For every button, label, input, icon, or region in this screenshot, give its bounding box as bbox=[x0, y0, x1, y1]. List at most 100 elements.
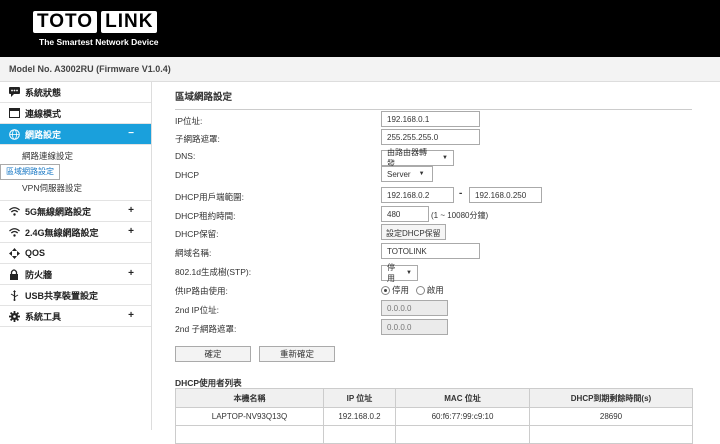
reset-button[interactable]: 重新確定 bbox=[259, 346, 335, 362]
col-ip: IP 位址 bbox=[323, 388, 396, 408]
wifi-icon bbox=[8, 205, 20, 217]
collapse-toggle[interactable]: − bbox=[128, 128, 134, 139]
sidebar: 系統狀態 連線模式 網路設定 − 網路連線設定 區域網路設定 VPN伺服器設定 … bbox=[0, 82, 152, 430]
brand-tagline: The Smartest Network Device bbox=[39, 37, 159, 47]
dns-row: DNS: 由路由器轉發 ▼ bbox=[175, 147, 695, 168]
chat-icon bbox=[8, 86, 20, 98]
dhcp-client-table: 本機名稱 IP 位址 MAC 位址 DHCP到期剩餘時間(s) LAPTOP-N… bbox=[175, 388, 693, 444]
gear-icon bbox=[8, 310, 20, 322]
lease-label: DHCP租約時間: bbox=[175, 211, 236, 221]
sidebar-item-network[interactable]: 網路設定 − bbox=[0, 124, 151, 145]
sidebar-item-connection-mode[interactable]: 連線模式 bbox=[0, 103, 151, 124]
dropdown-arrow-icon: ▼ bbox=[442, 155, 448, 161]
lock-icon bbox=[8, 268, 20, 280]
ip2-row: 2nd IP位址: 0.0.0.0 bbox=[175, 300, 695, 318]
model-bar: Model No. A3002RU (Firmware V1.0.4) bbox=[0, 57, 720, 82]
sidebar-item-label: 5G無線網路設定 bbox=[25, 206, 92, 217]
range-separator: - bbox=[459, 188, 463, 199]
model-text: Model No. A3002RU (Firmware V1.0.4) bbox=[9, 64, 171, 74]
arrows-icon bbox=[8, 247, 20, 259]
ip-input[interactable]: 192.168.0.1 bbox=[381, 111, 480, 127]
sidebar-item-label: USB共享裝置設定 bbox=[25, 290, 99, 301]
sidebar-item-firewall[interactable]: 防火牆 + bbox=[0, 264, 151, 285]
ip-label: IP位址: bbox=[175, 116, 203, 126]
logo-toto: TOTO bbox=[33, 11, 98, 33]
ip2-label: 2nd IP位址: bbox=[175, 305, 219, 315]
sidebar-item-label: 網路設定 bbox=[25, 129, 62, 140]
sidebar-item-qos[interactable]: QOS bbox=[0, 243, 151, 264]
brand-logo: TOTO LINK The Smartest Network Device bbox=[33, 11, 159, 47]
dns-select[interactable]: 由路由器轉發 ▼ bbox=[381, 148, 454, 168]
sidebar-item-label: 連線模式 bbox=[25, 108, 62, 119]
expand-toggle[interactable]: + bbox=[128, 268, 134, 279]
mask2-row: 2nd 子網路遮罩: 0.0.0.0 bbox=[175, 319, 695, 337]
bypass-label: 供IP路由使用: bbox=[175, 286, 228, 296]
sidebar-item-status[interactable]: 系統狀態 bbox=[0, 82, 151, 103]
sub-item-wan[interactable]: 網路連線設定 bbox=[0, 148, 151, 164]
dhcp-value: Server bbox=[387, 169, 411, 179]
lease-note: (1 ~ 10080分鐘) bbox=[431, 211, 489, 220]
reserve-row: DHCP保留: 設定DHCP保留 bbox=[175, 224, 695, 242]
stp-select[interactable]: 停用 ▼ bbox=[381, 263, 418, 283]
sidebar-item-label: 防火牆 bbox=[25, 269, 53, 280]
cell-ip: 192.168.0.2 bbox=[323, 407, 396, 426]
sidebar-submenu: 網路連線設定 區域網路設定 VPN伺服器設定 bbox=[0, 145, 151, 201]
mask2-label: 2nd 子網路遮罩: bbox=[175, 324, 237, 334]
mask-label: 子網路遮罩: bbox=[175, 134, 220, 144]
lease-input[interactable]: 480 bbox=[381, 206, 429, 222]
mask2-input[interactable]: 0.0.0.0 bbox=[381, 319, 448, 335]
main-content: 區域網路設定 IP位址: 192.168.0.1 子網路遮罩: 255.255.… bbox=[175, 82, 695, 444]
dhcp-row: DHCP Server ▼ bbox=[175, 166, 695, 184]
bypass-disable-radio[interactable] bbox=[381, 285, 390, 295]
sidebar-item-5g[interactable]: 5G無線網路設定 + bbox=[0, 201, 151, 222]
sub-item-vpn[interactable]: VPN伺服器設定 bbox=[0, 180, 151, 196]
sidebar-item-label: 系統工具 bbox=[25, 311, 62, 322]
bypass-row: 供IP路由使用: 停用 啟用 bbox=[175, 281, 695, 299]
cell-mac: 60:f6:77:99:c9:10 bbox=[395, 407, 530, 426]
sidebar-item-usb[interactable]: USB共享裝置設定 bbox=[0, 285, 151, 306]
dns-label: DNS: bbox=[175, 151, 196, 161]
dropdown-arrow-icon: ▼ bbox=[406, 270, 412, 276]
stp-row: 802.1d生成樹(STP): 停用 ▼ bbox=[175, 262, 695, 283]
ip-row: IP位址: 192.168.0.1 bbox=[175, 111, 695, 129]
ip2-input[interactable]: 0.0.0.0 bbox=[381, 300, 448, 316]
sidebar-item-label: QOS bbox=[25, 248, 46, 258]
mask-input[interactable]: 255.255.255.0 bbox=[381, 129, 480, 145]
usb-icon bbox=[8, 289, 20, 301]
window-icon bbox=[8, 107, 20, 119]
globe-icon bbox=[8, 128, 20, 140]
domain-label: 網域名稱: bbox=[175, 248, 212, 258]
header-bar: TOTO LINK The Smartest Network Device bbox=[0, 0, 720, 57]
col-expire: DHCP到期剩餘時間(s) bbox=[529, 388, 693, 408]
mask-row: 子網路遮罩: 255.255.255.0 bbox=[175, 129, 695, 147]
expand-toggle[interactable]: + bbox=[128, 310, 134, 321]
dhcp-range-label: DHCP用戶端範圍: bbox=[175, 192, 244, 202]
lease-row: DHCP租約時間: 480 (1 ~ 10080分鐘) bbox=[175, 206, 695, 224]
dhcp-reserve-button[interactable]: 設定DHCP保留 bbox=[381, 224, 446, 240]
expand-toggle[interactable]: + bbox=[128, 205, 134, 216]
table-row bbox=[175, 425, 693, 444]
page-title: 區域網路設定 bbox=[175, 89, 692, 110]
domain-row: 網域名稱: TOTOLINK bbox=[175, 243, 695, 261]
domain-input[interactable]: TOTOLINK bbox=[381, 243, 480, 259]
stp-label: 802.1d生成樹(STP): bbox=[175, 267, 252, 277]
logo-link: LINK bbox=[101, 11, 158, 33]
sub-item-lan[interactable]: 區域網路設定 bbox=[0, 164, 60, 180]
sidebar-item-system-tools[interactable]: 系統工具 + bbox=[0, 306, 151, 327]
wifi-icon bbox=[8, 226, 20, 238]
dhcp-select[interactable]: Server ▼ bbox=[381, 166, 433, 182]
expand-toggle[interactable]: + bbox=[128, 226, 134, 237]
table-row: LAPTOP-NV93Q13Q 192.168.0.2 60:f6:77:99:… bbox=[175, 407, 693, 426]
dhcp-range-end-input[interactable]: 192.168.0.250 bbox=[469, 187, 542, 203]
bypass-enable-radio[interactable] bbox=[415, 285, 425, 295]
dhcp-range-start-input[interactable]: 192.168.0.2 bbox=[381, 187, 454, 203]
apply-button[interactable]: 確定 bbox=[175, 346, 251, 362]
cell-hostname: LAPTOP-NV93Q13Q bbox=[175, 407, 324, 426]
bypass-disable-label: 停用 bbox=[392, 285, 410, 295]
bypass-enable-label: 啟用 bbox=[426, 285, 444, 295]
col-mac: MAC 位址 bbox=[395, 388, 530, 408]
dhcp-range-row: DHCP用戶端範圍: 192.168.0.2 - 192.168.0.250 bbox=[175, 187, 695, 205]
sidebar-item-label: 系統狀態 bbox=[25, 87, 62, 98]
dhcp-label: DHCP bbox=[175, 170, 200, 180]
sidebar-item-24g[interactable]: 2.4G無線網路設定 + bbox=[0, 222, 151, 243]
